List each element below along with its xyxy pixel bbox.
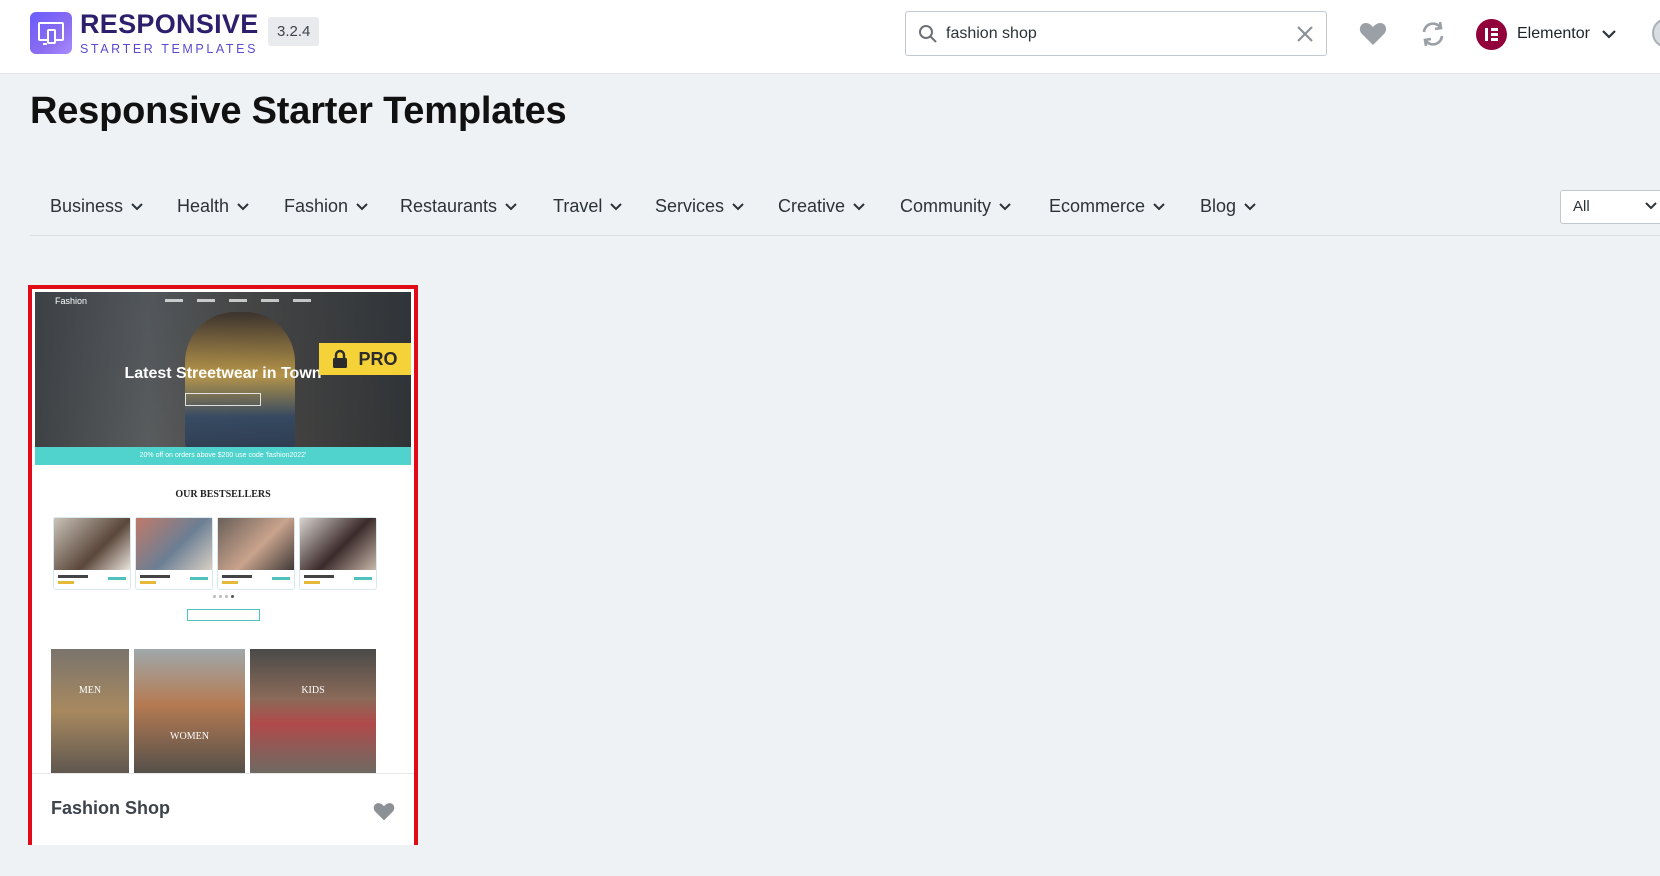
search-icon — [919, 25, 937, 43]
chevron-down-icon — [999, 202, 1011, 210]
category-blog[interactable]: Blog — [1200, 196, 1256, 217]
preview-product — [53, 517, 131, 590]
search-box — [905, 11, 1327, 56]
version-badge: 3.2.4 — [268, 17, 320, 46]
category-label: Health — [177, 196, 230, 216]
preview-product — [217, 517, 295, 590]
responsive-logo-icon — [30, 12, 72, 54]
preview-tile-label: KIDS — [301, 685, 325, 696]
chevron-down-icon — [1153, 202, 1165, 210]
chevron-down-icon — [1645, 202, 1657, 210]
clear-search-icon[interactable] — [1294, 23, 1316, 45]
category-fashion[interactable]: Fashion — [284, 196, 368, 217]
preview-nav-links — [165, 299, 311, 302]
pro-badge-label: PRO — [358, 348, 398, 369]
brand-sub-text: STARTER TEMPLATES — [80, 42, 259, 56]
preview-tile-women: WOMEN — [134, 649, 245, 773]
preview-carousel-dots — [213, 595, 234, 598]
sync-icon[interactable] — [1418, 19, 1448, 49]
category-ecommerce[interactable]: Ecommerce — [1049, 196, 1165, 217]
category-label: Community — [900, 196, 992, 216]
chevron-down-icon — [732, 202, 744, 210]
category-nav: Business Health Fashion Restaurants Trav… — [30, 182, 1660, 236]
preview-shop-button — [185, 393, 261, 406]
category-restaurants[interactable]: Restaurants — [400, 196, 517, 217]
category-services[interactable]: Services — [655, 196, 744, 217]
category-label: Creative — [778, 196, 846, 216]
preview-product — [299, 517, 377, 590]
category-label: Services — [655, 196, 725, 216]
chevron-down-icon — [505, 202, 517, 210]
preview-nav: Fashion — [35, 292, 411, 314]
category-travel[interactable]: Travel — [553, 196, 623, 217]
brand-main-text: RESPONSIVE — [80, 9, 259, 39]
preview-site-logo: Fashion — [55, 296, 88, 306]
preview-tile-men: MEN — [51, 649, 129, 773]
preview-section-title: OUR BESTSELLERS — [175, 489, 271, 500]
builder-name: Elementor — [1517, 25, 1590, 42]
elementor-logo-icon — [1476, 18, 1507, 50]
chevron-down-icon — [853, 202, 865, 210]
template-title[interactable]: Fashion Shop — [51, 798, 170, 819]
category-label: Blog — [1200, 196, 1237, 216]
category-business[interactable]: Business — [50, 196, 143, 217]
search-input[interactable] — [946, 20, 1286, 48]
category-health[interactable]: Health — [177, 196, 249, 217]
page-title: Responsive Starter Templates — [30, 90, 567, 132]
top-bar: RESPONSIVE STARTER TEMPLATES 3.2.4 Eleme… — [0, 0, 1660, 74]
brand-name: RESPONSIVE STARTER TEMPLATES — [80, 9, 259, 57]
page-builder-selector[interactable]: Elementor — [1476, 17, 1616, 51]
preview-tile-label: WOMEN — [170, 731, 209, 742]
lock-icon — [333, 349, 348, 368]
category-creative[interactable]: Creative — [778, 196, 865, 217]
category-label: Ecommerce — [1049, 196, 1146, 216]
type-filter-select[interactable]: All — [1560, 190, 1660, 224]
template-card-footer: Fashion Shop — [32, 773, 414, 845]
preview-tile-kids: KIDS — [250, 649, 376, 773]
account-avatar[interactable] — [1652, 18, 1660, 48]
preview-product — [135, 517, 213, 590]
template-preview-thumbnail[interactable]: Fashion Latest Streetwear in Town PRO 20… — [35, 292, 411, 773]
chevron-down-icon — [131, 202, 143, 210]
preview-tile-label: MEN — [78, 685, 102, 696]
template-card[interactable]: Fashion Latest Streetwear in Town PRO 20… — [28, 285, 418, 845]
chevron-down-icon — [356, 202, 368, 210]
chevron-down-icon — [237, 202, 249, 210]
chevron-down-icon — [1602, 29, 1616, 39]
favorite-heart-icon[interactable] — [372, 800, 396, 822]
category-label: Restaurants — [400, 196, 498, 216]
preview-view-all-button — [187, 609, 260, 621]
favorites-heart-icon[interactable] — [1358, 19, 1388, 49]
chevron-down-icon — [1244, 202, 1256, 210]
category-community[interactable]: Community — [900, 196, 1011, 217]
filter-selected-value: All — [1573, 198, 1590, 215]
preview-promo-bar: 20% off on orders above $200 use code 'f… — [35, 447, 411, 465]
category-label: Business — [50, 196, 124, 216]
category-label: Travel — [553, 196, 603, 216]
pro-badge: PRO — [319, 343, 411, 375]
chevron-down-icon — [610, 202, 623, 210]
category-label: Fashion — [284, 196, 349, 216]
